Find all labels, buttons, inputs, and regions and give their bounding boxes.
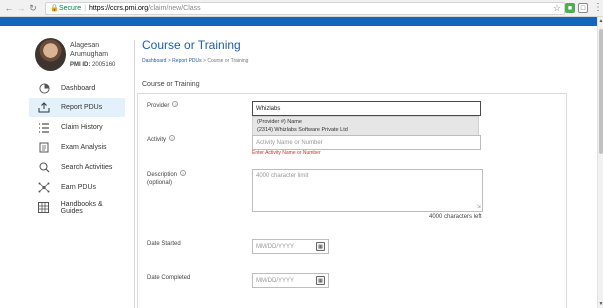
site-header-banner: [0, 17, 600, 26]
description-label: Description? (optional): [147, 170, 187, 187]
lock-icon: 🔒: [50, 5, 59, 12]
document-icon: [37, 142, 51, 154]
pmi-id-label: PMI ID:: [70, 62, 91, 68]
upload-tray-icon: [37, 102, 51, 114]
sidebar-item-earn-pdus[interactable]: Earn PDUs: [29, 178, 125, 197]
date-started-label: Date Started: [147, 241, 181, 247]
scrollbar-thumb[interactable]: [599, 29, 603, 154]
url-host: https://ccrs.pmi.org: [89, 5, 149, 12]
sidebar-item-label: Search Activities: [61, 164, 113, 171]
calendar-icon[interactable]: ▦: [316, 276, 325, 285]
resize-handle-icon[interactable]: ⇲: [477, 204, 481, 210]
forward-arrow-icon[interactable]: →: [15, 1, 27, 15]
activity-label: Activity?: [147, 135, 176, 144]
back-arrow-icon[interactable]: ←: [3, 1, 15, 15]
help-icon[interactable]: ?: [172, 101, 179, 107]
bookmark-star-icon[interactable]: ☆: [553, 3, 561, 14]
network-icon: [37, 182, 51, 194]
sidebar-item-label: Dashboard: [61, 85, 96, 92]
section-title: Course or Training: [142, 81, 200, 88]
browser-toolbar: ← → ↻ 🔒 Secure | https://ccrs.pmi.org/cl…: [0, 0, 603, 17]
provider-label-text: Provider: [147, 103, 170, 109]
scroll-up-icon[interactable]: ▲: [598, 18, 603, 24]
breadcrumb-current: Course or Training: [207, 58, 249, 64]
sidebar-item-label: Report PDUs: [61, 104, 103, 111]
activity-placeholder: Activity Name or Number: [256, 139, 323, 146]
sidebar-item-handbooks-guides[interactable]: Handbooks & Guides: [29, 198, 125, 217]
description-optional: (optional): [147, 180, 173, 186]
pmi-id-value: 2005160: [92, 62, 116, 68]
search-icon: [37, 162, 51, 174]
pmi-id: PMI ID: 2005160: [70, 62, 115, 68]
scroll-down-icon[interactable]: ▼: [598, 301, 603, 307]
description-label-text: Description: [147, 172, 178, 178]
sidebar-divider: [134, 40, 135, 308]
grid-icon: [37, 202, 51, 214]
help-icon[interactable]: ?: [180, 170, 187, 176]
suggestion-item[interactable]: (2314) Whizlabs Software Private Ltd: [257, 127, 348, 133]
help-icon[interactable]: ?: [169, 135, 176, 141]
sidebar-item-label: Earn PDUs: [61, 184, 97, 191]
page-scrollbar[interactable]: ▲ ▼: [597, 17, 603, 308]
avatar: [35, 38, 66, 71]
activity-label-text: Activity: [147, 137, 167, 143]
description-textarea[interactable]: 4000 character limit ⇲: [252, 169, 483, 212]
breadcrumb-dashboard[interactable]: Dashboard: [142, 58, 166, 64]
sidebar-item-claim-history[interactable]: Claim History: [29, 118, 125, 137]
calendar-icon[interactable]: ▦: [316, 242, 325, 251]
sidebar-item-search-activities[interactable]: Search Activities: [29, 158, 125, 177]
extension-icon[interactable]: □: [578, 3, 588, 13]
user-name: Alagesan Arumugham: [70, 42, 109, 58]
breadcrumb-report-pdus[interactable]: Report PDUs: [172, 58, 201, 64]
url-path: /claim/new/Class: [148, 5, 201, 12]
sidebar-item-label: Claim History: [61, 124, 103, 131]
date-started-input[interactable]: MM/DD/YYYY ▦: [252, 239, 329, 254]
browser-menu-icon[interactable]: ⋮: [593, 2, 603, 13]
reload-icon[interactable]: ↻: [27, 1, 39, 15]
address-separator: |: [84, 5, 87, 12]
provider-label: Provider?: [147, 101, 179, 110]
sidebar-item-label: Handbooks & Guides: [60, 200, 103, 215]
sidebar-item-exam-analysis[interactable]: Exam Analysis: [29, 138, 125, 157]
character-count: 4000 characters left: [429, 214, 482, 220]
date-completed-placeholder: MM/DD/YYYY: [256, 277, 295, 284]
date-started-placeholder: MM/DD/YYYY: [256, 243, 295, 250]
sidebar-item-report-pdus[interactable]: Report PDUs: [29, 98, 125, 117]
list-icon: [37, 122, 51, 134]
page-title: Course or Training: [142, 38, 241, 52]
description-placeholder: 4000 character limit: [256, 173, 309, 179]
breadcrumb: Dashboard > Report PDUs > Course or Trai…: [142, 58, 248, 64]
sidebar-item-dashboard[interactable]: Dashboard: [29, 79, 125, 98]
suggestion-header: (Provider #) Name: [257, 119, 302, 125]
dashboard-icon: [37, 83, 51, 95]
sidebar-item-label: Exam Analysis: [61, 144, 107, 151]
provider-suggestions: (Provider #) Name (2314) Whizlabs Softwa…: [252, 116, 479, 136]
provider-input-value: Whizlabs: [256, 105, 281, 112]
activity-error: Enter Activity Name or Number: [252, 150, 321, 156]
address-bar[interactable]: 🔒 Secure | https://ccrs.pmi.org/claim/ne…: [45, 2, 565, 15]
activity-input[interactable]: Activity Name or Number: [252, 135, 481, 150]
date-completed-label: Date Completed: [147, 275, 191, 281]
date-completed-input[interactable]: MM/DD/YYYY ▦: [252, 273, 329, 288]
secure-label: Secure: [59, 5, 82, 12]
provider-input[interactable]: Whizlabs: [252, 101, 481, 116]
extension-icon[interactable]: ■: [565, 3, 575, 13]
